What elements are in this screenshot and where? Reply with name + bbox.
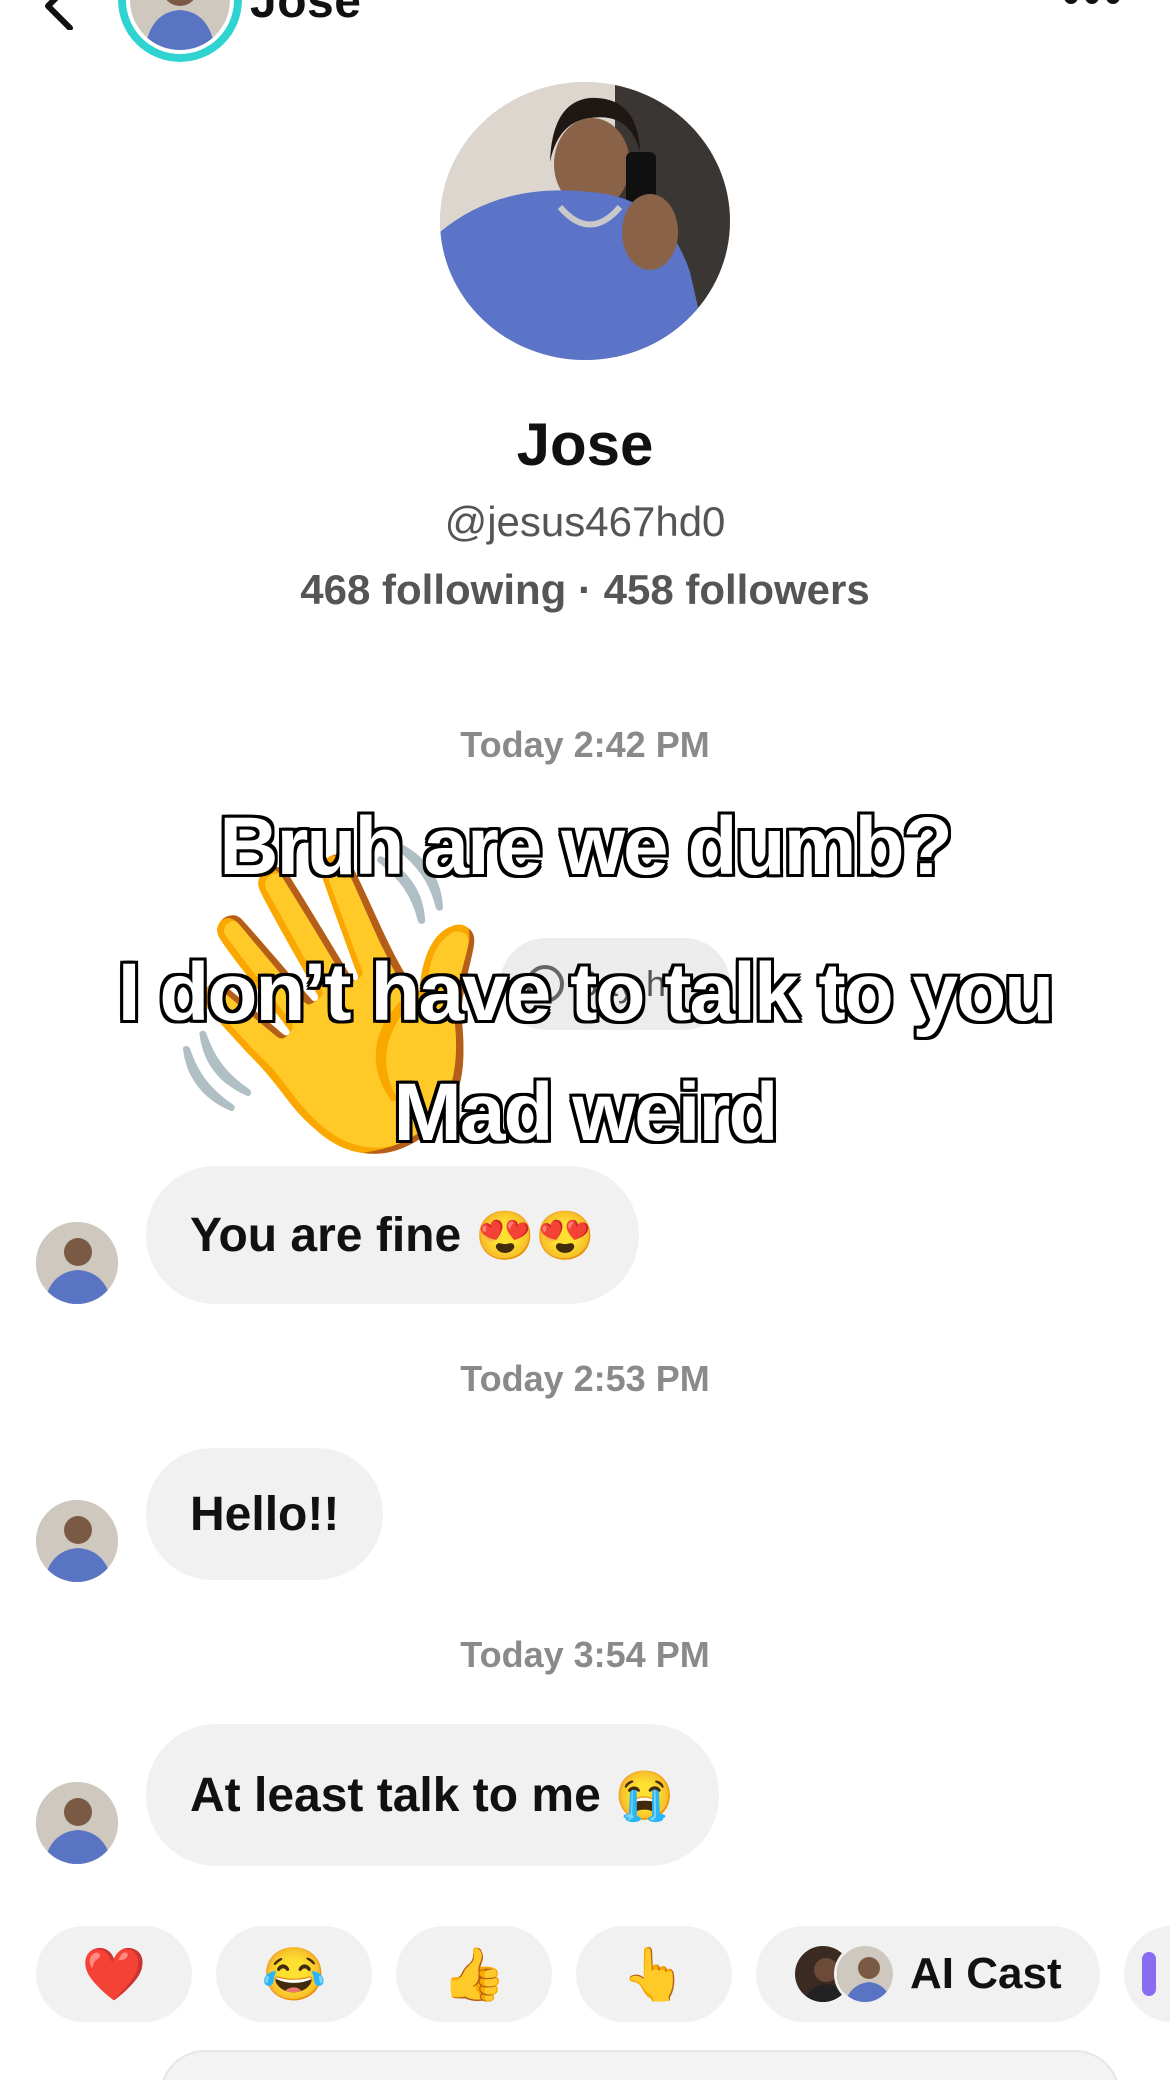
more-horizontal-icon[interactable] xyxy=(1064,0,1130,6)
quick-reply-more[interactable] xyxy=(1124,1926,1170,2022)
ai-cast-button[interactable]: AI Cast xyxy=(756,1926,1100,2022)
quick-reply-bar: ❤️ 😂 👍 👆 AI Cast xyxy=(36,1926,1170,2022)
quick-reply-point-up[interactable]: 👆 xyxy=(576,1926,732,2022)
sender-avatar[interactable] xyxy=(36,1222,118,1304)
sender-avatar[interactable] xyxy=(36,1500,118,1582)
quick-reply-heart[interactable]: ❤️ xyxy=(36,1926,192,2022)
message-bubble[interactable]: You are fine 😍😍 xyxy=(146,1166,639,1304)
profile-stats: 468 following · 458 followers xyxy=(300,566,870,613)
overlay-text-line: I don’t have to talk to you xyxy=(117,947,1055,1038)
message-text: Hello!! xyxy=(190,1487,340,1541)
sparkle-icon xyxy=(1142,1952,1156,1996)
overlay-text-line: Bruh are we dumb? xyxy=(219,801,952,892)
header-avatar[interactable] xyxy=(118,0,242,62)
laugh-icon: 😂 xyxy=(261,1945,327,2004)
message-bubble[interactable]: Hello!! xyxy=(146,1448,384,1580)
quick-reply-laugh[interactable]: 😂 xyxy=(216,1926,372,2022)
message-emoji: 😭 xyxy=(614,1769,675,1823)
timestamp: Today 2:42 PM xyxy=(460,724,710,765)
chevron-left-icon[interactable] xyxy=(40,0,90,30)
profile-handle: @jesus467hd0 xyxy=(444,498,726,545)
ai-cast-label: AI Cast xyxy=(910,1949,1062,1998)
overlay-text-line: Mad weird xyxy=(393,1067,779,1158)
timestamp: Today 3:54 PM xyxy=(460,1634,710,1675)
quick-reply-thumbs-up[interactable]: 👍 xyxy=(396,1926,552,2022)
timestamp: Today 2:53 PM xyxy=(460,1358,710,1399)
message-bubble[interactable]: At least talk to me 😭 xyxy=(146,1724,719,1866)
sender-avatar[interactable] xyxy=(36,1782,118,1864)
header-title[interactable]: Jose xyxy=(250,0,361,29)
profile-name: Jose xyxy=(516,411,654,478)
message-input[interactable] xyxy=(160,2050,1120,2080)
point-up-icon: 👆 xyxy=(621,1945,687,2004)
thumbs-up-icon: 👍 xyxy=(441,1945,507,2004)
message-text: You are fine xyxy=(190,1208,462,1262)
message-text: At least talk to me xyxy=(190,1768,601,1822)
ai-cast-avatars xyxy=(792,1943,896,2005)
message-emoji: 😍😍 xyxy=(475,1209,595,1263)
profile-photo[interactable] xyxy=(440,82,730,360)
heart-icon: ❤️ xyxy=(81,1945,147,2004)
chat-header: Jose xyxy=(0,0,1170,70)
